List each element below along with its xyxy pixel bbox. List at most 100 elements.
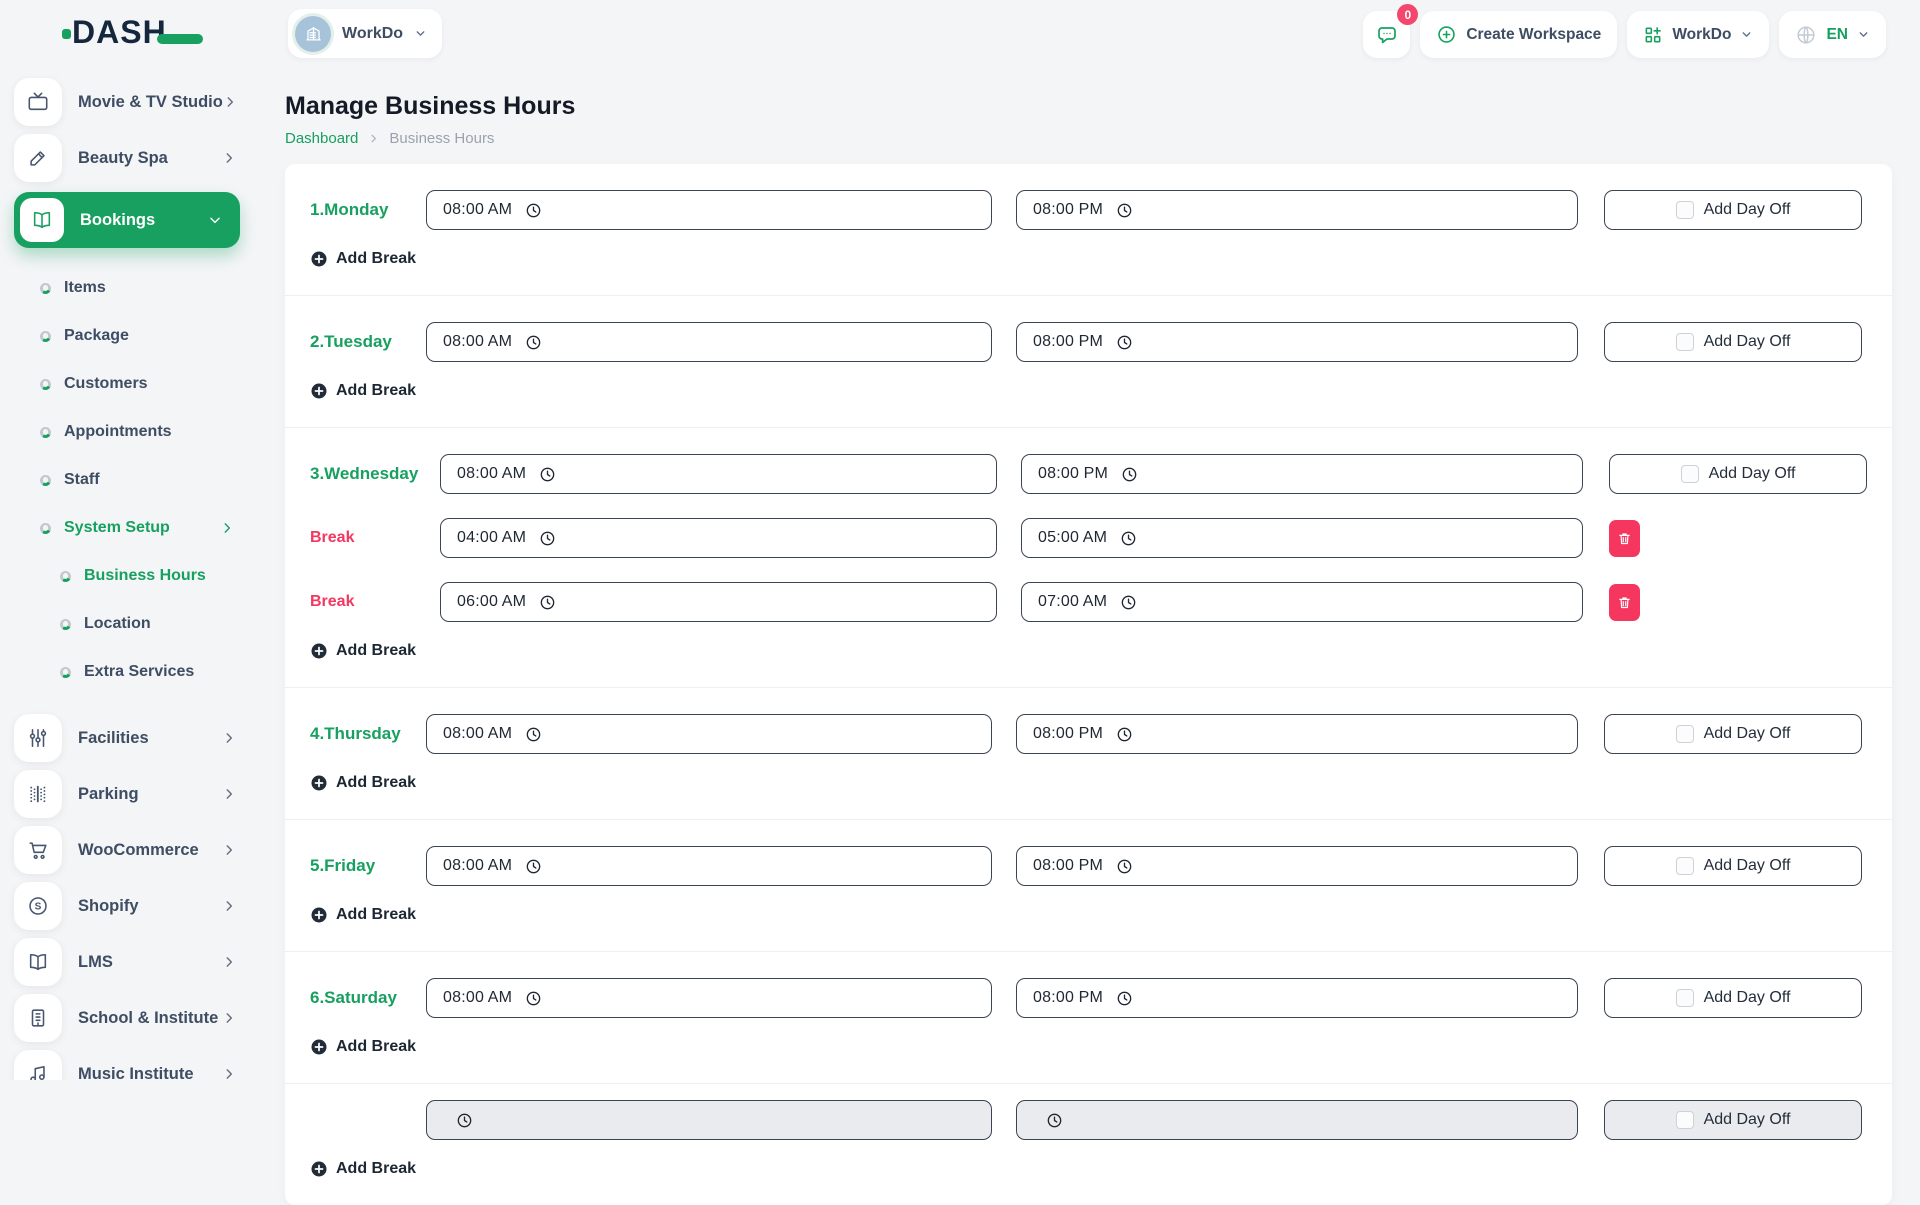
plus-filled-icon — [310, 642, 328, 660]
bullet-icon — [40, 331, 51, 342]
breadcrumb-dashboard-link[interactable]: Dashboard — [285, 130, 358, 147]
day-end-time-input[interactable]: 08:00 PM — [1016, 978, 1578, 1018]
clock-icon — [1116, 990, 1133, 1007]
sidebar-item-lms[interactable]: LMS — [14, 938, 242, 986]
add-break-label: Add Break — [336, 774, 416, 792]
day-start-time-input[interactable] — [426, 1100, 992, 1140]
sidebar-item-system-setup[interactable]: System Setup — [14, 504, 260, 552]
day-off-checkbox[interactable] — [1676, 725, 1694, 743]
day-start-time-input[interactable]: 08:00 AM — [426, 978, 992, 1018]
day-start-time-input[interactable]: 08:00 AM — [426, 322, 992, 362]
sidebar-item-movie-tv-studio[interactable]: Movie & TV Studio — [14, 78, 242, 126]
break-end-time-input[interactable]: 07:00 AM — [1021, 582, 1583, 622]
chevron-down-icon — [208, 213, 222, 227]
add-break-button[interactable]: Add Break — [310, 774, 416, 792]
sidebar-item-location[interactable]: Location — [14, 600, 260, 648]
bullet-icon — [40, 523, 51, 534]
app-logo[interactable]: DASH — [62, 16, 203, 48]
day-label: 4.Thursday — [310, 724, 426, 744]
svg-text:S: S — [35, 902, 42, 913]
sidebar-item-beauty-spa[interactable]: Beauty Spa — [14, 134, 242, 182]
day-off-checkbox[interactable] — [1676, 857, 1694, 875]
add-break-button[interactable]: Add Break — [310, 642, 416, 660]
trash-icon — [1617, 531, 1632, 546]
break-row: Break 04:00 AM 05:00 AM — [310, 518, 1867, 558]
add-day-off-box[interactable]: Add Day Off — [1604, 714, 1862, 754]
day-end-time-input[interactable] — [1016, 1100, 1578, 1140]
sidebar-item-bookings[interactable]: Bookings — [14, 192, 240, 248]
day-off-checkbox[interactable] — [1676, 333, 1694, 351]
chevron-down-icon — [1857, 28, 1870, 41]
day-off-checkbox[interactable] — [1676, 1111, 1694, 1129]
sidebar-item-customers[interactable]: Customers — [14, 360, 260, 408]
plus-filled-icon — [310, 250, 328, 268]
clock-icon — [1046, 1112, 1063, 1129]
sidebar-item-business-hours[interactable]: Business Hours — [14, 552, 260, 600]
business-hours-card: 1.Monday 08:00 AM 08:00 PM Add Day Off A… — [285, 164, 1892, 1205]
clock-icon — [1120, 530, 1137, 547]
sidebar-item-woocommerce[interactable]: WooCommerce — [14, 826, 242, 874]
delete-break-button[interactable] — [1609, 584, 1640, 621]
break-start-time-input[interactable]: 04:00 AM — [440, 518, 997, 558]
day-off-checkbox[interactable] — [1681, 465, 1699, 483]
add-day-off-box[interactable]: Add Day Off — [1604, 1100, 1862, 1140]
day-end-time-input[interactable]: 08:00 PM — [1016, 322, 1578, 362]
add-day-off-label: Add Day Off — [1704, 725, 1791, 743]
day-end-time-input[interactable]: 08:00 PM — [1016, 714, 1578, 754]
sidebar-item-facilities[interactable]: Facilities — [14, 714, 242, 762]
messages-count-badge: 0 — [1397, 4, 1418, 25]
add-break-button[interactable]: Add Break — [310, 906, 416, 924]
add-day-off-box[interactable]: Add Day Off — [1604, 846, 1862, 886]
logo-accent-bar — [157, 34, 203, 44]
day-start-time-input[interactable]: 08:00 AM — [426, 714, 992, 754]
break-end-time-input[interactable]: 05:00 AM — [1021, 518, 1583, 558]
delete-break-button[interactable] — [1609, 520, 1640, 557]
sidebar-item-extra-services[interactable]: Extra Services — [14, 648, 260, 696]
sidebar-item-parking[interactable]: Parking — [14, 770, 242, 818]
plus-filled-icon — [310, 382, 328, 400]
break-start-time-input[interactable]: 06:00 AM — [440, 582, 997, 622]
day-start-time-input[interactable]: 08:00 AM — [426, 846, 992, 886]
music-icon — [14, 1050, 62, 1080]
language-selector[interactable]: EN — [1779, 11, 1886, 58]
sidebar-item-appointments[interactable]: Appointments — [14, 408, 260, 456]
sidebar-item-shopify[interactable]: S Shopify — [14, 882, 242, 930]
add-break-button[interactable]: Add Break — [310, 382, 416, 400]
chevron-right-icon — [222, 151, 236, 165]
day-off-checkbox[interactable] — [1676, 201, 1694, 219]
clock-icon — [1116, 726, 1133, 743]
top-bar: DASH WorkDo 0 — [0, 0, 1920, 70]
sidebar-item-staff[interactable]: Staff — [14, 456, 260, 504]
messages-button[interactable]: 0 — [1363, 11, 1410, 58]
sidebar-item-school-institute[interactable]: School & Institute — [14, 994, 242, 1042]
add-break-button[interactable]: Add Break — [310, 250, 416, 268]
day-end-time-input[interactable]: 08:00 PM — [1021, 454, 1583, 494]
day-start-time-input[interactable]: 08:00 AM — [426, 190, 992, 230]
add-break-label: Add Break — [336, 1038, 416, 1056]
sidebar-item-music-institute[interactable]: Music Institute — [14, 1050, 242, 1080]
add-break-button[interactable]: Add Break — [310, 1038, 416, 1056]
day-off-checkbox[interactable] — [1676, 989, 1694, 1007]
language-code: EN — [1826, 26, 1848, 44]
clock-icon — [525, 334, 542, 351]
sidebar-item-items[interactable]: Items — [14, 264, 260, 312]
cart-icon — [14, 826, 62, 874]
sidebar-item-package[interactable]: Package — [14, 312, 260, 360]
day-end-time-input[interactable]: 08:00 PM — [1016, 190, 1578, 230]
create-workspace-label: Create Workspace — [1466, 26, 1601, 44]
chevron-right-icon — [368, 133, 379, 144]
chevron-right-icon — [220, 521, 234, 535]
workspace-selector[interactable]: WorkDo — [288, 9, 442, 58]
add-day-off-box[interactable]: Add Day Off — [1604, 190, 1862, 230]
create-workspace-button[interactable]: Create Workspace — [1420, 11, 1617, 58]
add-day-off-box[interactable]: Add Day Off — [1604, 978, 1862, 1018]
day-end-time-input[interactable]: 08:00 PM — [1016, 846, 1578, 886]
bullet-icon — [40, 475, 51, 486]
add-day-off-box[interactable]: Add Day Off — [1609, 454, 1867, 494]
break-label: Break — [310, 593, 426, 611]
add-day-off-box[interactable]: Add Day Off — [1604, 322, 1862, 362]
day-start-time-input[interactable]: 08:00 AM — [440, 454, 997, 494]
add-break-button[interactable]: Add Break — [310, 1160, 416, 1178]
workdo-menu-button[interactable]: WorkDo — [1627, 11, 1769, 58]
add-day-off-label: Add Day Off — [1704, 857, 1791, 875]
